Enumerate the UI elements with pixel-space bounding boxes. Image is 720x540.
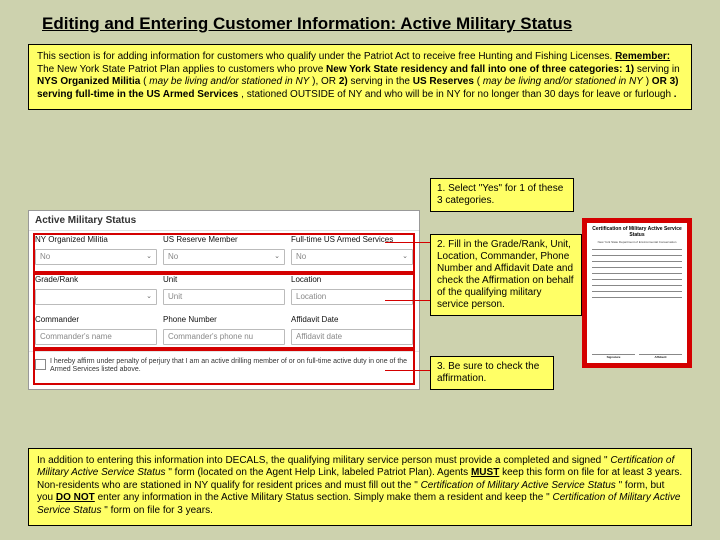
doc-subtitle: New York State Department of Environment… [592,240,682,244]
callout-1: 1. Select "Yes" for 1 of these 3 categor… [430,178,574,212]
cat2-b: serving in the [350,76,412,87]
military-status-form: Active Military Status NY Organized Mili… [28,210,420,390]
remember-text: The New York State Patriot Plan applies … [37,64,326,75]
cat2-a: 2) [339,76,351,87]
conditions-lead: New York State residency and fall into o… [326,64,637,75]
top-info-box: This section is for adding information f… [28,44,692,110]
certification-document-thumbnail: Certification of Military Active Service… [582,218,692,368]
input-location[interactable]: Location [291,289,413,305]
connector-line [385,370,430,371]
label-affidavit: Affidavit Date [291,315,413,324]
input-commander[interactable]: Commander's name [35,329,157,345]
affirmation-checkbox[interactable] [35,359,46,370]
cat2-d: ( [477,76,480,87]
label-location: Location [291,275,413,284]
select-grade[interactable]: ⌄ [35,289,157,305]
cat1-a: serving in [637,64,680,75]
cat1-e: ), OR [312,76,339,87]
label-us-reserve: US Reserve Member [163,235,285,244]
doc-title: Certification of Military Active Service… [592,227,682,238]
intro-text: This section is for adding information f… [37,51,615,62]
cat1-c: ( [143,76,146,87]
callout-3: 3. Be sure to check the affirmation. [430,356,554,390]
label-phone: Phone Number [163,315,285,324]
cat3-b: serving full-time in the US Armed Servic… [37,89,238,100]
cat1-d: may be living and/or stationed in NY [149,76,309,87]
select-us-reserve[interactable]: No⌄ [163,249,285,265]
must-label: MUST [471,467,499,478]
form-header: Active Military Status [29,211,419,231]
cat2-e: may be living and/or stationed in NY [483,76,643,87]
label-ny-militia: NY Organized Militia [35,235,157,244]
chevron-down-icon: ⌄ [274,250,280,264]
select-ny-militia[interactable]: No⌄ [35,249,157,265]
label-unit: Unit [163,275,285,284]
affirmation-text: I hereby affirm under penalty of perjury… [50,358,413,375]
cat3-c: , stationed OUTSIDE of NY and who will b… [241,89,671,100]
cat1-b: NYS Organized Militia [37,76,140,87]
cat3-a: OR 3) [652,76,679,87]
input-affidavit-date[interactable]: Affidavit date [291,329,413,345]
chevron-down-icon: ⌄ [146,290,152,304]
chevron-down-icon: ⌄ [402,250,408,264]
period: . [674,89,677,100]
bottom-info-box: In addition to entering this information… [28,448,692,527]
callout-2: 2. Fill in the Grade/Rank, Unit, Locatio… [430,234,582,316]
input-phone[interactable]: Commander's phone nu [163,329,285,345]
donot-label: DO NOT [56,492,95,503]
label-commander: Commander [35,315,157,324]
page-title: Editing and Entering Customer Informatio… [0,0,720,44]
cat2-c: US Reserves [413,76,474,87]
input-unit[interactable]: Unit [163,289,285,305]
connector-line [385,242,430,243]
remember-label: Remember: [615,51,670,62]
connector-line [385,300,430,301]
select-armed-services[interactable]: No⌄ [291,249,413,265]
label-grade: Grade/Rank [35,275,157,284]
chevron-down-icon: ⌄ [146,250,152,264]
